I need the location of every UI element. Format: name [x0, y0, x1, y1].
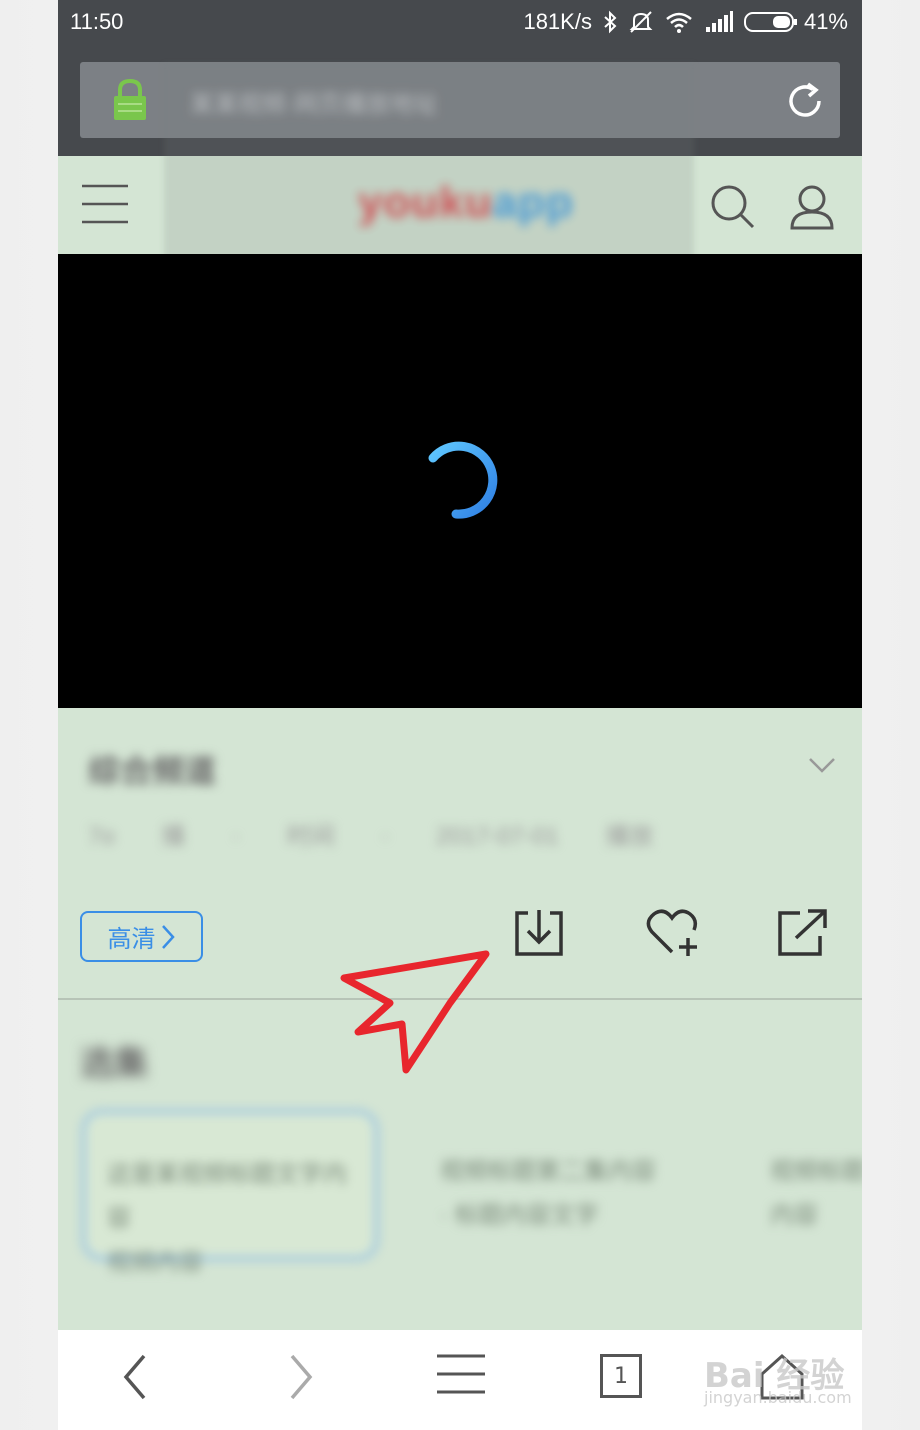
status-time: 11:50 [70, 9, 124, 34]
watermark: Bai 经验 jingyan.baidu.com [698, 1330, 862, 1410]
bluetooth-icon [604, 10, 617, 34]
related-card[interactable]: 这是某视频标题文字内容 视频内容 [82, 1110, 378, 1276]
related-card[interactable]: 视频标题第二集内容 · 标题内容文字 [418, 1110, 708, 1260]
card-line-2: · 标题内容文字 [440, 1202, 599, 1229]
mute-icon [629, 11, 653, 33]
status-icons: 181K/s 41% [523, 9, 848, 35]
video-player[interactable] [58, 254, 862, 708]
privacy-blur-overlay [164, 64, 694, 260]
quality-button[interactable]: 高清 [80, 911, 203, 962]
card-line-2: 视频内容 [107, 1249, 203, 1276]
network-speed: 181K/s [523, 9, 592, 34]
wifi-icon [666, 12, 692, 33]
tab-count: 1 [614, 1363, 628, 1389]
lock-icon [114, 78, 146, 120]
phone-screen: 11:50 181K/s 41% 某某视频·网页播放地址 youkuapp 综合… [58, 0, 862, 1430]
heart-plus-icon[interactable] [646, 908, 702, 958]
reload-icon[interactable] [784, 80, 826, 122]
chevron-right-icon [161, 924, 175, 949]
tabs-icon[interactable]: 1 [600, 1354, 642, 1398]
video-info: 综合频道 7o 播 · 时间 · 2017-07-01 播放 [58, 708, 862, 878]
quality-label: 高清 [107, 925, 156, 953]
share-icon[interactable] [776, 908, 830, 958]
menu-lines-icon[interactable] [436, 1352, 486, 1396]
video-title: 综合频道 [88, 753, 217, 789]
status-bar: 11:50 181K/s 41% [58, 0, 862, 46]
chevron-down-icon[interactable] [808, 756, 836, 774]
loading-spinner-icon [428, 441, 498, 519]
card-line-1: 这是某视频标题文字内容 [107, 1161, 347, 1232]
watermark-sub: jingyan.baidu.com [704, 1388, 852, 1407]
user-icon[interactable] [788, 182, 836, 230]
related-title: 选集 [80, 1045, 148, 1083]
download-icon[interactable] [512, 908, 566, 958]
battery-indicator: 41% [743, 9, 848, 35]
forward-icon[interactable] [280, 1352, 320, 1402]
battery-icon [743, 12, 797, 32]
battery-percent: 41% [803, 9, 848, 34]
related-card[interactable]: 视频标题 内容 [748, 1110, 862, 1260]
back-icon[interactable] [116, 1352, 156, 1402]
card-line-1: 视频标题 [770, 1158, 862, 1185]
menu-icon[interactable] [80, 182, 130, 226]
search-icon[interactable] [708, 182, 756, 230]
related-section: 选集 这是某视频标题文字内容 视频内容 视频标题第二集内容 · 标题内容文字 视… [58, 1000, 862, 1330]
card-line-1: 视频标题第二集内容 [440, 1158, 656, 1185]
signal-icon [705, 11, 733, 32]
video-meta: 7o 播 · 时间 · 2017-07-01 播放 [88, 823, 654, 850]
card-line-2: 内容 [770, 1202, 818, 1229]
